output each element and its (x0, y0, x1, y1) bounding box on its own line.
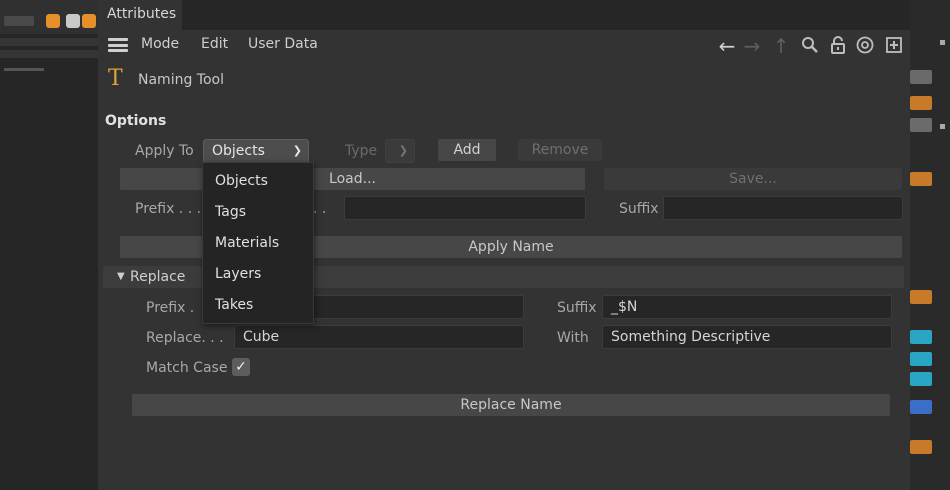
with-input[interactable]: Something Descriptive (602, 325, 892, 349)
background-thumb (910, 440, 932, 454)
caret-down-icon: ▼ (117, 271, 125, 282)
dropdown-item-takes[interactable]: Takes (215, 297, 253, 313)
dropdown-item-materials[interactable]: Materials (215, 235, 279, 251)
background-icon (66, 14, 80, 28)
load-label: Load... (329, 171, 376, 187)
tab-attributes[interactable]: Attributes (98, 0, 182, 30)
prefix-dots: . . (313, 201, 327, 217)
menu-mode[interactable]: Mode (141, 36, 179, 52)
replace-value: Cube (243, 329, 280, 345)
background-thumb (910, 96, 932, 110)
background-label (4, 68, 44, 71)
menu-bar: Mode Edit User Data ← → ↑ (98, 30, 910, 60)
apply-to-label: Apply To (135, 143, 194, 159)
background-menu-row (0, 50, 98, 58)
background-app-left (0, 0, 99, 490)
background-thumb (910, 400, 932, 414)
back-arrow-icon[interactable]: ← (716, 35, 738, 57)
chevron-down-icon: ❯ (292, 144, 302, 157)
background-orange-icon (82, 14, 96, 28)
save-label: Save... (729, 171, 777, 187)
background-thumb (910, 172, 932, 186)
dropdown-item-tags[interactable]: Tags (215, 204, 246, 220)
background-menu-row (0, 38, 98, 46)
new-panel-icon[interactable] (883, 35, 905, 57)
add-button[interactable]: Add (438, 139, 496, 161)
remove-button[interactable]: Remove (518, 139, 602, 161)
background-thumb (910, 330, 932, 344)
suffix-input[interactable] (663, 196, 903, 220)
search-icon[interactable] (799, 35, 821, 57)
menu-user-data[interactable]: User Data (248, 36, 318, 52)
checkmark-icon: ✓ (235, 359, 247, 375)
lock-icon[interactable] (827, 35, 849, 57)
background-dot (940, 124, 945, 129)
background-chip (4, 16, 34, 26)
prefix-label: Prefix . . . (135, 201, 202, 217)
type-label: Type (345, 143, 378, 159)
replace-input[interactable]: Cube (234, 325, 524, 349)
background-thumb (910, 372, 932, 386)
up-arrow-icon[interactable]: ↑ (770, 35, 792, 57)
text-tool-icon: T (108, 66, 123, 91)
tab-bar: Attributes (98, 0, 910, 30)
replace-name-label: Replace Name (460, 397, 562, 413)
options-title: Options (105, 113, 167, 129)
prefix-input[interactable] (344, 196, 586, 220)
apply-to-dropdown-menu: Objects Tags Materials Layers Takes (202, 162, 314, 324)
background-thumb (910, 118, 932, 132)
background-orange-icon (46, 14, 60, 28)
replace-suffix-label: Suffix (557, 300, 597, 316)
replace-name-button[interactable]: Replace Name (132, 394, 890, 416)
menu-edit[interactable]: Edit (201, 36, 228, 52)
background-thumb (910, 290, 932, 304)
apply-to-dropdown[interactable]: Objects ❯ (203, 139, 309, 163)
type-dropdown[interactable]: ❯ (385, 139, 415, 163)
replace-title: Replace (130, 269, 186, 285)
target-icon[interactable] (854, 35, 876, 57)
object-name: Naming Tool (138, 72, 224, 88)
forward-arrow-icon[interactable]: → (741, 35, 763, 57)
hamburger-menu-icon[interactable] (108, 38, 128, 52)
background-dot (940, 40, 945, 45)
with-label: With (557, 330, 589, 346)
chevron-down-icon: ❯ (398, 144, 408, 157)
load-button[interactable]: Load... (120, 168, 585, 190)
replace-suffix-value: _$N (611, 299, 638, 315)
replace-label: Replace. . . (146, 330, 224, 346)
apply-name-label: Apply Name (468, 239, 554, 255)
dropdown-item-layers[interactable]: Layers (215, 266, 261, 282)
with-value: Something Descriptive (611, 329, 771, 345)
replace-suffix-input[interactable]: _$N (602, 295, 892, 319)
background-thumb (910, 352, 932, 366)
replace-prefix-label: Prefix . (146, 300, 195, 316)
apply-to-value: Objects (212, 143, 265, 159)
match-case-checkbox[interactable]: ✓ (232, 358, 250, 376)
suffix-label: Suffix (619, 201, 659, 217)
match-case-label: Match Case (146, 360, 228, 376)
save-button[interactable]: Save... (604, 168, 902, 190)
background-app-right (910, 0, 950, 490)
dropdown-item-objects[interactable]: Objects (215, 173, 268, 189)
background-thumb (910, 70, 932, 84)
